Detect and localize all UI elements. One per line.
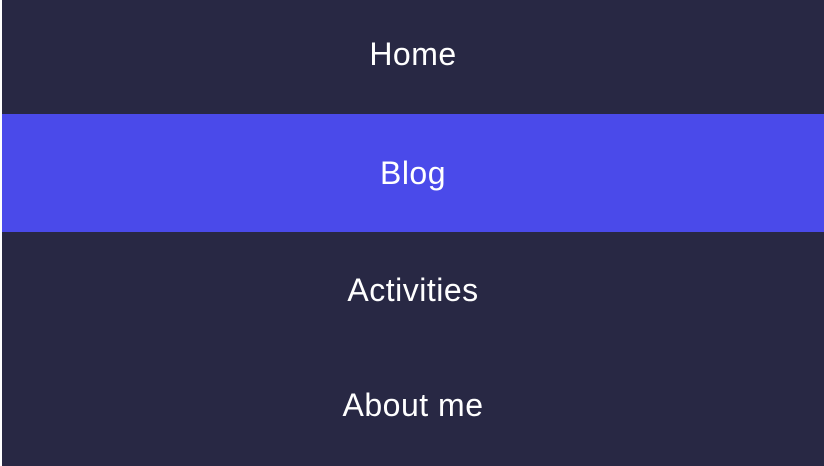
nav-item-about-me[interactable]: About me — [2, 348, 824, 466]
nav-item-activities[interactable]: Activities — [2, 232, 824, 348]
nav-item-blog[interactable]: Blog — [2, 114, 824, 232]
nav-item-label: Home — [369, 35, 457, 72]
nav-item-home[interactable]: Home — [2, 0, 824, 114]
navigation-menu: Home Blog Activities About me — [2, 0, 824, 466]
nav-item-label: Blog — [379, 154, 447, 191]
nav-item-label: About me — [342, 386, 484, 423]
nav-item-label: Activities — [347, 271, 479, 308]
